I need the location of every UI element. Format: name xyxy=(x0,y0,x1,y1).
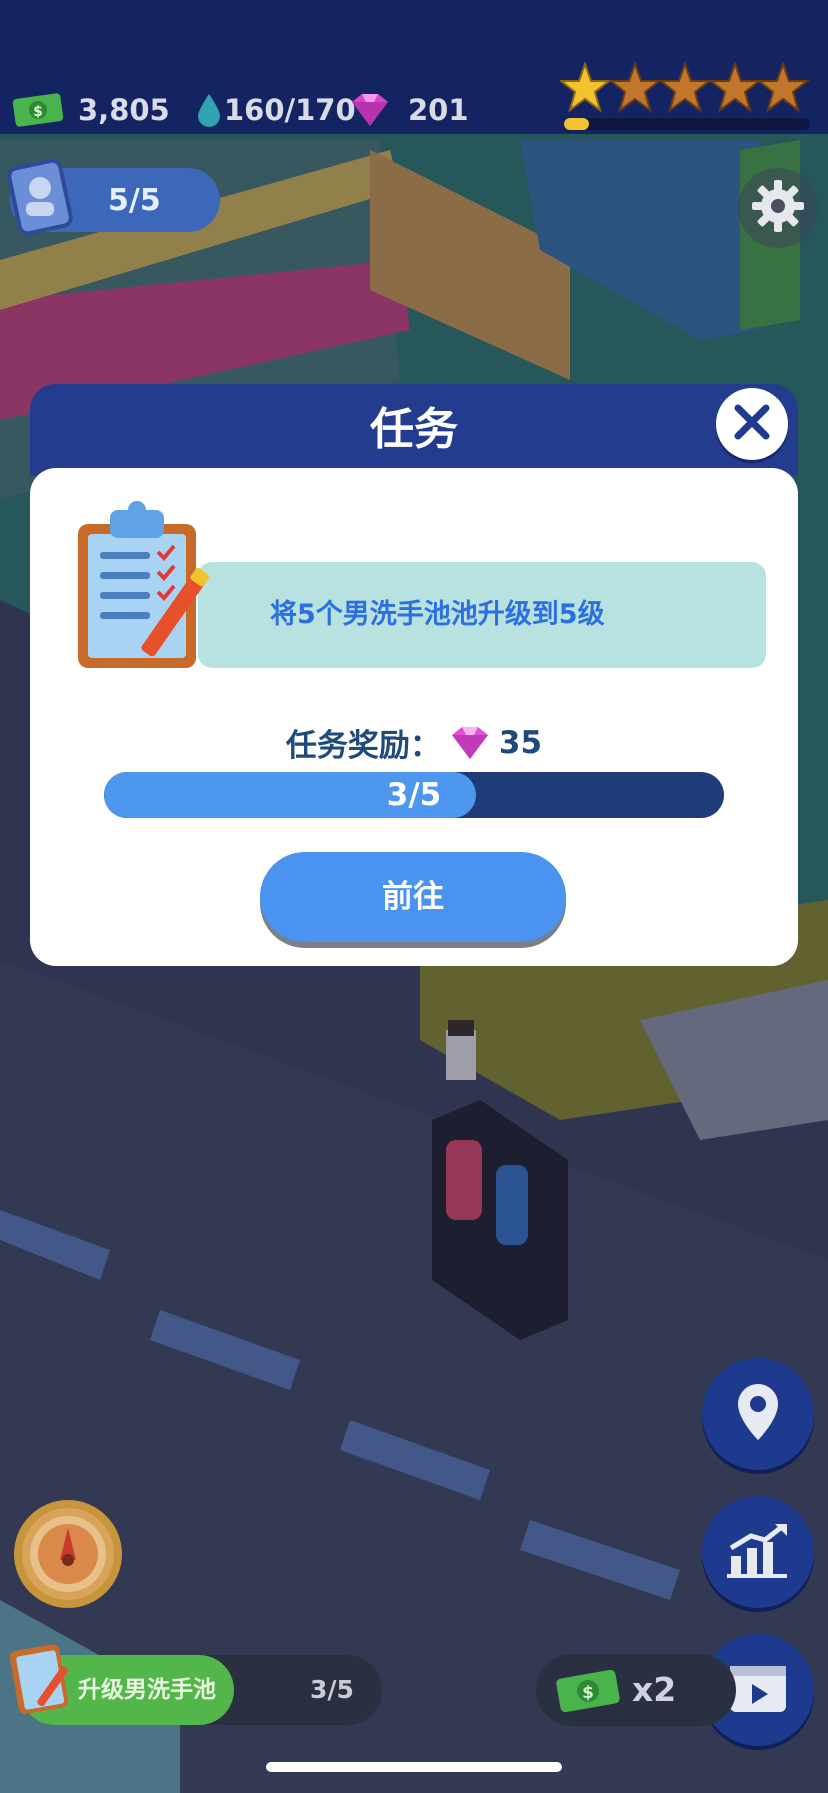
task-modal: 任务 将5个男洗手池池升级到5级 任务奖励： 35 3/5 前往 xyxy=(30,384,798,966)
star-progress-fill xyxy=(564,118,589,130)
cash-icon: $ xyxy=(12,92,64,128)
home-indicator xyxy=(266,1762,562,1772)
location-pin-icon xyxy=(732,1382,784,1446)
staff-count-pill[interactable]: 5/5 xyxy=(7,158,220,236)
quest-label: 升级男洗手池 xyxy=(78,1677,216,1703)
cash-value: 3,805 xyxy=(78,93,170,127)
quest-count: 3/5 xyxy=(310,1675,354,1704)
clipboard-icon xyxy=(9,1637,76,1719)
gem-counter[interactable]: 201 xyxy=(346,88,469,132)
lucky-wheel-icon xyxy=(14,1500,122,1608)
svg-text:$: $ xyxy=(582,1683,594,1703)
gem-icon xyxy=(445,725,495,761)
multiplier-label: x2 xyxy=(632,1670,677,1709)
task-progress-text: 3/5 xyxy=(386,777,442,813)
close-button[interactable] xyxy=(716,388,788,460)
lucky-wheel-button[interactable] xyxy=(12,1498,124,1610)
cash-icon: $ xyxy=(554,1668,622,1718)
gem-value: 201 xyxy=(408,93,469,127)
water-value: 160/170 xyxy=(224,93,356,127)
settings-button[interactable] xyxy=(738,168,818,248)
star-progress-track xyxy=(564,118,810,130)
gear-icon xyxy=(750,178,806,238)
modal-title: 任务 xyxy=(370,404,458,455)
task-reward: 任务奖励： 35 xyxy=(30,720,798,765)
staff-count: 5/5 xyxy=(108,182,161,218)
location-button[interactable] xyxy=(702,1358,814,1470)
cash-counter[interactable]: $ 3,805 xyxy=(12,88,170,132)
clipboard-icon xyxy=(74,496,214,676)
svg-text:$: $ xyxy=(33,104,43,120)
reward-label: 任务奖励： xyxy=(285,728,441,764)
water-counter[interactable]: 160/170 xyxy=(196,88,356,132)
go-button[interactable]: 前往 xyxy=(260,852,566,942)
task-description: 将5个男洗手池池升级到5级 xyxy=(270,599,605,630)
water-drop-icon xyxy=(196,92,222,128)
cash-multiplier-pill[interactable]: $ x2 xyxy=(536,1654,736,1726)
stats-chart-icon xyxy=(725,1522,791,1582)
stats-button[interactable] xyxy=(702,1496,814,1608)
star-icons xyxy=(560,62,810,113)
quest-tracker[interactable]: 升级男洗手池 3/5 xyxy=(9,1644,382,1725)
staff-card-icon xyxy=(6,154,76,246)
close-icon xyxy=(733,403,771,445)
gem-icon xyxy=(346,92,394,128)
star-icon-filled xyxy=(560,62,612,113)
task-progress-bar: 3/5 xyxy=(104,772,724,818)
star-rating[interactable] xyxy=(560,62,810,114)
reward-amount: 35 xyxy=(498,724,543,761)
task-description-box: 将5个男洗手池池升级到5级 xyxy=(198,562,766,668)
